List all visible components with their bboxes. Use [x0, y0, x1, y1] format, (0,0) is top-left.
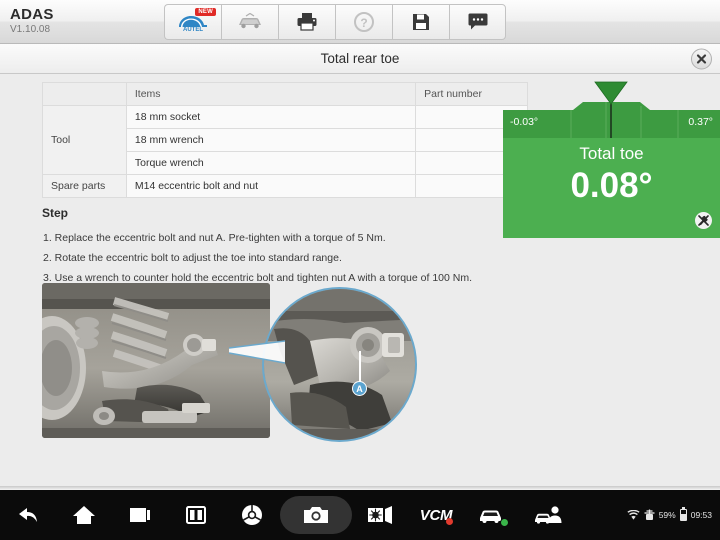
battery-percent: 59%: [659, 510, 676, 520]
toolbar-button-feedback[interactable]: [449, 4, 506, 40]
printer-icon: [296, 12, 318, 32]
app-header: ADAS V1.10.08 AUTEL NEW: [0, 0, 720, 44]
table-header-blank: [43, 83, 127, 106]
table-cell-item: 18 mm socket: [126, 106, 415, 129]
gauge-max-value: 0.37°: [688, 116, 713, 128]
camera-icon: [303, 505, 329, 525]
close-icon: [696, 53, 707, 64]
app-brand: ADAS V1.10.08: [0, 6, 160, 37]
table-row: Spare parts M14 eccentric bolt and nut: [43, 175, 528, 198]
step-item: 1. Replace the eccentric bolt and nut A.…: [42, 228, 682, 248]
marker-leader-line: [359, 351, 361, 383]
toolbar-button-autel-cloud[interactable]: AUTEL NEW: [164, 4, 221, 40]
nav-button-back[interactable]: [0, 490, 56, 540]
wifi-icon: [627, 510, 640, 521]
nav-button-vehicle-connection[interactable]: [464, 490, 520, 540]
table-row: Tool 18 mm socket: [43, 106, 528, 129]
close-button[interactable]: [691, 48, 712, 69]
vcm-status-dot: [446, 518, 453, 525]
table-cell-group-label: Tool: [43, 106, 127, 175]
remote-assist-icon: [534, 505, 562, 525]
battery-icon: [680, 509, 687, 521]
chat-bubble-icon: [467, 13, 489, 31]
step-item: 2. Rotate the eccentric bolt to adjust t…: [42, 248, 682, 268]
toolbar-button-vehicle-update[interactable]: [221, 4, 278, 40]
app-version: V1.10.08: [10, 23, 160, 37]
toolbar-button-print[interactable]: [278, 4, 335, 40]
nav-button-split-screen[interactable]: [168, 490, 224, 540]
toolbar-button-help[interactable]: ?: [335, 4, 392, 40]
illustration-area: A: [42, 283, 442, 443]
gauge-indicator-svg: [503, 80, 720, 138]
system-navigation-bar: VCM: [0, 490, 720, 540]
table-cell-item: Torque wrench: [126, 152, 415, 175]
gauge-settings-button[interactable]: [695, 212, 712, 229]
nav-button-browser[interactable]: [224, 490, 280, 540]
app-name: ADAS: [10, 6, 160, 23]
gauge-title: Total toe: [579, 144, 643, 164]
marker-label-a: A: [352, 381, 367, 396]
callout-leader-lines: [227, 339, 287, 365]
nav-button-remote-support[interactable]: [520, 490, 576, 540]
vci-icon: [644, 509, 655, 521]
back-arrow-icon: [16, 505, 40, 525]
gauge-min-value: -0.03°: [510, 116, 538, 128]
gauge-value: 0.08°: [570, 165, 652, 207]
step-section: Step 1. Replace the eccentric bolt and n…: [42, 206, 682, 288]
table-cell-item: 18 mm wrench: [126, 129, 415, 152]
table-header-row: Items Part number: [43, 83, 528, 106]
nav-button-screenshot[interactable]: [280, 496, 352, 534]
svg-text:AUTEL: AUTEL: [183, 27, 203, 32]
split-screen-icon: [186, 506, 206, 524]
tools-table: Items Part number Tool 18 mm socket 18 m…: [42, 82, 528, 198]
table-header-items: Items: [126, 83, 415, 106]
question-circle-icon: ?: [353, 11, 375, 33]
wrench-icon: [698, 215, 709, 226]
clock-time: 09:53: [691, 510, 712, 520]
adas-app-screen: ADAS V1.10.08 AUTEL NEW: [0, 0, 720, 540]
content-area: Items Part number Tool 18 mm socket 18 m…: [0, 75, 720, 490]
table-cell-group-label: Spare parts: [43, 175, 127, 198]
home-icon: [72, 504, 96, 526]
chrome-icon: [241, 504, 263, 526]
nav-button-vcm[interactable]: VCM: [408, 490, 464, 540]
header-toolbar: AUTEL NEW: [164, 4, 506, 40]
battery-fill: [681, 514, 686, 520]
svg-text:?: ?: [360, 16, 367, 30]
table-body: Tool 18 mm socket 18 mm wrench Torque wr…: [43, 106, 528, 198]
floppy-disk-icon: [411, 12, 431, 32]
toolbar-button-save[interactable]: [392, 4, 449, 40]
magnified-callout-graphic: [264, 289, 417, 442]
table-cell-item: M14 eccentric bolt and nut: [126, 175, 415, 198]
recent-apps-icon: [128, 506, 152, 524]
page-title: Total rear toe: [321, 51, 400, 66]
nav-button-screen-record[interactable]: [352, 490, 408, 540]
connection-status-dot: [500, 518, 509, 527]
nav-button-home[interactable]: [56, 490, 112, 540]
vehicle-icon: [237, 13, 263, 31]
nav-button-recents[interactable]: [112, 490, 168, 540]
screen-capture-icon: [367, 505, 393, 525]
new-badge: NEW: [195, 8, 216, 16]
step-heading: Step: [42, 206, 682, 220]
page-title-bar: Total rear toe: [0, 44, 720, 74]
status-tray: 59% 09:53: [627, 509, 712, 521]
table-head: Items Part number: [43, 83, 528, 106]
gauge-range-bar: -0.03° 0.37°: [503, 110, 720, 138]
